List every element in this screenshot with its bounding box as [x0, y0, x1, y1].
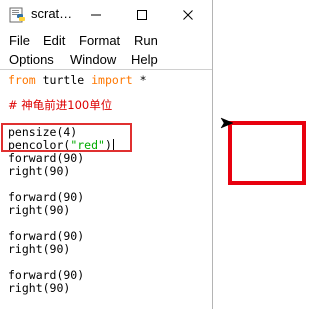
keyword-from: from [8, 73, 36, 87]
code-line-forward-2: forward(90) [8, 190, 85, 204]
maximize-icon [137, 10, 147, 20]
minimize-button[interactable] [76, 0, 116, 30]
code-line-right-1: right(90) [8, 164, 71, 178]
minimize-icon [91, 14, 101, 16]
menu-file[interactable]: File [9, 33, 30, 48]
title-bar: scrat… [0, 0, 212, 30]
menu-run[interactable]: Run [134, 33, 158, 48]
keyword-import: import [91, 73, 133, 87]
close-icon [183, 10, 193, 20]
import-star: * [132, 73, 147, 87]
close-button[interactable] [168, 0, 208, 30]
code-line-forward-3: forward(90) [8, 229, 85, 243]
code-line-comment: # 神龟前进100单位 [8, 98, 113, 112]
highlight-box [1, 123, 132, 152]
code-editor[interactable]: from turtle import * # 神龟前进100单位 pensize… [0, 69, 212, 310]
menu-format[interactable]: Format [79, 33, 120, 48]
menu-bar: File Edit Format Run Options Window Help [0, 30, 212, 68]
code-line-forward-1: forward(90) [8, 151, 85, 165]
window-title: scrat… [31, 6, 73, 21]
code-line-right-3: right(90) [8, 242, 71, 256]
menu-window[interactable]: Window [70, 52, 116, 67]
drawn-square [228, 121, 306, 185]
turtle-canvas [213, 0, 335, 309]
code-line-import: from turtle import * [8, 73, 147, 87]
menu-help[interactable]: Help [131, 52, 158, 67]
module-name: turtle [35, 73, 92, 87]
code-line-right-2: right(90) [8, 203, 71, 217]
python-app-icon [9, 7, 25, 23]
editor-window: scrat… File Edit Format Run Options Wind… [0, 0, 213, 310]
code-line-right-4: right(90) [8, 281, 71, 295]
maximize-button[interactable] [122, 0, 162, 30]
turtle-arrow-icon [220, 117, 234, 129]
code-line-forward-4: forward(90) [8, 268, 85, 282]
menu-edit[interactable]: Edit [43, 33, 65, 48]
menu-options[interactable]: Options [9, 52, 54, 67]
